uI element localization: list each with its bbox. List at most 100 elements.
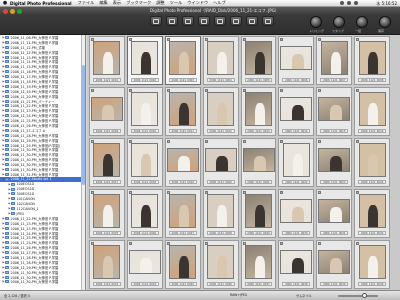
menu-adjust[interactable]: 調整 [156, 0, 164, 6]
edit-image-button[interactable] [150, 16, 162, 26]
thumbnail-cell[interactable]: 2006_1121_0039 [316, 240, 353, 289]
apple-menu-icon[interactable]: ● [0, 0, 10, 6]
thumbnail-cell[interactable]: 2006_1121_0032 [354, 189, 391, 238]
thumbnail-cell[interactable]: 2006_1121_0016 [354, 87, 391, 136]
photo-thumbnail[interactable] [245, 41, 272, 75]
thumbnail-cell[interactable]: 2006_1121_0012 [202, 87, 239, 136]
check-mark-icon[interactable] [166, 140, 170, 143]
menu-help[interactable]: ヘルプ [213, 0, 226, 6]
photo-thumbnail[interactable] [318, 97, 351, 121]
thumbnail-cell[interactable]: 2006_1121_0040 [354, 240, 391, 289]
photo-thumbnail[interactable] [358, 41, 386, 75]
photo-thumbnail[interactable] [131, 92, 159, 126]
check-mark-icon[interactable] [280, 191, 284, 194]
thumbnail-cell[interactable]: 2006_1121_0003 [164, 36, 201, 85]
thumbnail-cell[interactable]: 2006_1121_0005 [240, 36, 277, 85]
check-mark-icon[interactable] [280, 242, 284, 245]
app-menu[interactable]: Digital Photo Professional [10, 1, 72, 6]
check-mark-icon[interactable] [280, 38, 284, 41]
thumbnail-cell[interactable]: 2006_1121_0031 [316, 189, 353, 238]
photo-thumbnail[interactable] [207, 92, 235, 126]
photo-thumbnail[interactable] [280, 97, 313, 121]
photo-thumbnail[interactable] [358, 143, 386, 177]
thumbnail-cell[interactable]: 2006_1121_0006 [278, 36, 315, 85]
photo-thumbnail[interactable] [320, 41, 348, 75]
photo-thumbnail[interactable] [207, 41, 235, 75]
thumbnail-area[interactable]: 2006_1121_0001 2006_1121_0002 2006_1121_00… [87, 35, 400, 290]
photo-thumbnail[interactable] [169, 92, 197, 126]
thumbnail-cell[interactable]: 2006_1121_0021 [240, 138, 277, 187]
thumbnail-cell[interactable]: 2006_1121_0025 [89, 189, 125, 238]
thumbnail-cell[interactable]: 2006_1121_0029 [240, 189, 277, 238]
photo-thumbnail[interactable] [207, 245, 235, 279]
check-mark-icon[interactable] [318, 140, 322, 143]
thumbnail-cell[interactable]: 2006_1121_0008 [354, 36, 391, 85]
photo-thumbnail[interactable] [318, 250, 351, 274]
trim-button[interactable] [310, 16, 322, 28]
photo-thumbnail[interactable] [93, 245, 121, 279]
check-mark-icon[interactable] [128, 242, 132, 245]
thumbnail-cell[interactable]: 2006_1121_0027 [164, 189, 201, 238]
photo-thumbnail[interactable] [169, 41, 197, 75]
thumbnail-cell[interactable]: 2006_1121_0010 [126, 87, 163, 136]
thumbnail-cell[interactable]: 2006_1121_0026 [126, 189, 163, 238]
thumbnail-cell[interactable]: 2006_1121_0023 [316, 138, 353, 187]
menu-tools[interactable]: ツール [170, 0, 183, 6]
battery-icon[interactable] [354, 1, 358, 5]
menu-edit[interactable]: 編集 [99, 0, 107, 6]
photo-thumbnail[interactable] [93, 194, 121, 228]
thumbnail-cell[interactable]: 2006_1121_0009 [89, 87, 125, 136]
photo-thumbnail[interactable] [169, 194, 197, 228]
photo-thumbnail[interactable] [128, 250, 161, 274]
check-mark-icon[interactable] [242, 140, 246, 143]
thumbnail-cell[interactable]: 2006_1121_0034 [126, 240, 163, 289]
photo-thumbnail[interactable] [166, 148, 199, 172]
quick-check-button[interactable] [166, 16, 178, 26]
photo-thumbnail[interactable] [131, 41, 159, 75]
thumbnail-cell[interactable]: 2006_1121_0002 [126, 36, 163, 85]
thumbnail-cell[interactable]: 2006_1121_0017 [89, 138, 125, 187]
thumbnail-cell[interactable]: 2006_1121_0035 [164, 240, 201, 289]
photo-thumbnail[interactable] [204, 148, 237, 172]
photo-thumbnail[interactable] [207, 194, 235, 228]
thumbnail-cell[interactable]: 2006_1121_0037 [240, 240, 277, 289]
photo-thumbnail[interactable] [280, 250, 313, 274]
volume-icon[interactable] [340, 1, 344, 5]
photo-thumbnail[interactable] [90, 97, 123, 121]
wifi-icon[interactable] [347, 1, 351, 5]
photo-thumbnail[interactable] [131, 194, 159, 228]
thumbnail-cell[interactable]: 2006_1121_0030 [278, 189, 315, 238]
photo-thumbnail[interactable] [169, 245, 197, 279]
photo-thumbnail[interactable] [245, 92, 272, 126]
photo-thumbnail[interactable] [242, 148, 275, 172]
thumbnail-cell[interactable]: 2006_1121_0024 [354, 138, 391, 187]
sidebar-scroll-thumb[interactable] [82, 65, 85, 185]
folder-tree[interactable]: ▶ 2006_11_08-PM_大神宮 P.学園 ▶ 2006_11_11-PM_大神… [0, 35, 86, 290]
close-icon[interactable] [3, 9, 8, 14]
photo-thumbnail[interactable] [358, 245, 386, 279]
photo-thumbnail[interactable] [318, 148, 351, 172]
photo-thumbnail[interactable] [245, 245, 272, 279]
thumbnail-cell[interactable]: 2006_1121_0038 [278, 240, 315, 289]
thumbnail-cell[interactable]: 2006_1121_0004 [202, 36, 239, 85]
thumbnail-size-slider[interactable] [338, 293, 378, 298]
minimize-icon[interactable] [10, 9, 15, 14]
thumbnail-cell[interactable]: 2006_1121_0011 [164, 87, 201, 136]
rotate-left-button[interactable] [182, 16, 194, 26]
batch-button[interactable] [356, 16, 368, 28]
thumbnail-cell[interactable]: 2006_1121_0036 [202, 240, 239, 289]
check-mark-icon[interactable] [318, 89, 322, 92]
stamp-button[interactable] [333, 16, 345, 28]
thumbnail-cell[interactable]: 2006_1121_0013 [240, 87, 277, 136]
check-mark-icon[interactable] [204, 140, 208, 143]
menu-window[interactable]: ウインドウ [187, 0, 208, 6]
thumbnail-cell[interactable]: 2006_1121_0019 [164, 138, 201, 187]
thumbnail-cell[interactable]: 2006_1121_0028 [202, 189, 239, 238]
photo-thumbnail[interactable] [282, 143, 310, 177]
thumbnail-cell[interactable]: 2006_1121_0007 [316, 36, 353, 85]
menu-view[interactable]: 表示 [113, 0, 121, 6]
folder-item[interactable]: ▶ 2006_11_30-PM_大神宮 P.学園 [0, 280, 85, 284]
slider-knob[interactable] [362, 293, 367, 298]
check-mark-icon[interactable] [318, 191, 322, 194]
photo-thumbnail[interactable] [131, 143, 159, 177]
